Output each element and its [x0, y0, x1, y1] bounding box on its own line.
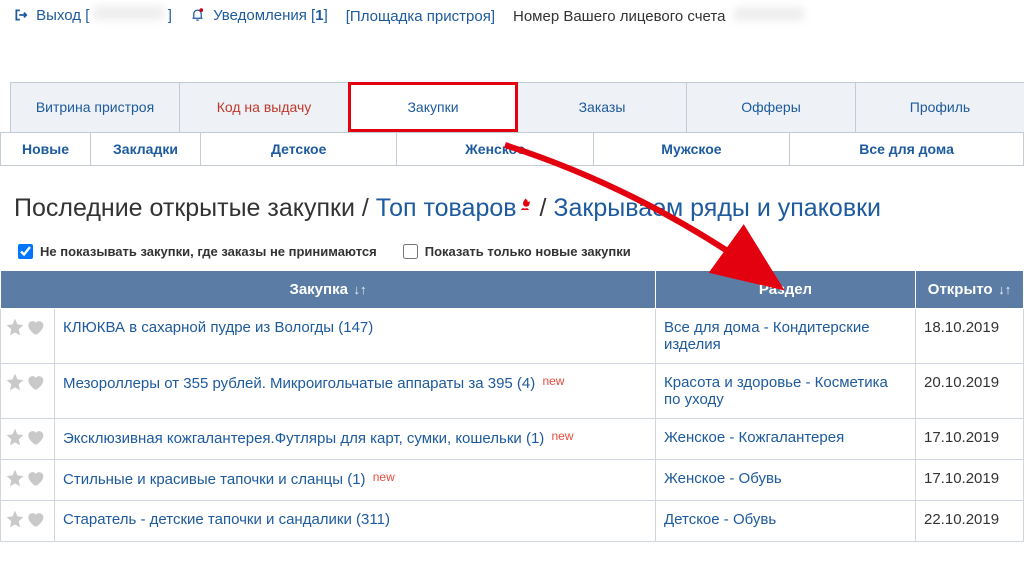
star-icon[interactable]: [5, 468, 25, 488]
subtab-children[interactable]: Детское: [201, 133, 397, 165]
th-section[interactable]: Раздел: [656, 271, 916, 309]
page-heading: Последние открытые закупки / Топ товаров…: [0, 166, 1024, 241]
username-blur: [94, 6, 164, 20]
exit-link[interactable]: Выход [ ]: [14, 6, 172, 26]
section-link[interactable]: Все для дома - Кондитерские изделия: [664, 319, 870, 353]
table-row: Старатель - детские тапочки и сандалики …: [1, 501, 1024, 542]
notifications-link[interactable]: Уведомления [1]: [190, 7, 328, 26]
heading-sep: /: [540, 194, 554, 222]
topbar: Выход [ ] Уведомления [1] [Площадка прис…: [0, 0, 1024, 32]
heart-icon[interactable]: [25, 509, 45, 529]
new-only-checkbox[interactable]: [403, 244, 418, 259]
opened-date: 17.10.2019: [916, 419, 1024, 460]
opened-date: 20.10.2019: [916, 364, 1024, 419]
tab-showcase[interactable]: Витрина пристроя: [10, 82, 180, 132]
star-icon[interactable]: [5, 317, 25, 337]
hide-closed-checkbox[interactable]: [18, 244, 33, 259]
section-link[interactable]: Детское - Обувь: [664, 511, 776, 528]
sort-icon: ↓↑: [350, 282, 367, 297]
closing-rows-link[interactable]: Закрываем ряды и упаковки: [553, 194, 881, 222]
section-link[interactable]: Женское - Обувь: [664, 470, 782, 487]
th-opened[interactable]: Открыто ↓↑: [916, 271, 1024, 309]
purchase-link[interactable]: Стильные и красивые тапочки и сланцы (1): [63, 471, 366, 488]
top-goods-link[interactable]: Топ товаров: [376, 194, 517, 222]
area-link[interactable]: [Площадка пристроя]: [346, 8, 495, 25]
th-name[interactable]: Закупка ↓↑: [1, 271, 656, 309]
table-row: КЛЮКВА в сахарной пудре из Вологды (147)…: [1, 309, 1024, 364]
star-icon[interactable]: [5, 427, 25, 447]
section-link[interactable]: Красота и здоровье - Косметика по уходу: [664, 374, 888, 408]
tab-purchases[interactable]: Закупки: [348, 82, 518, 132]
hide-closed-label[interactable]: Не показывать закупки, где заказы не при…: [14, 241, 377, 262]
bell-icon: [190, 7, 205, 26]
table-row: Мезороллеры от 355 рублей. Микроигольчат…: [1, 364, 1024, 419]
section-link[interactable]: Женское - Кожгалантерея: [664, 429, 844, 446]
filter-row: Не показывать закупки, где заказы не при…: [0, 241, 1024, 270]
opened-date: 18.10.2019: [916, 309, 1024, 364]
subtab-women[interactable]: Женское: [397, 133, 593, 165]
heart-icon[interactable]: [25, 317, 45, 337]
exit-icon: [14, 8, 28, 26]
new-only-label[interactable]: Показать только новые закупки: [399, 241, 631, 262]
subtab-home[interactable]: Все для дома: [790, 133, 1023, 165]
purchase-link[interactable]: КЛЮКВА в сахарной пудре из Вологды (147): [63, 319, 373, 336]
heading-prefix: Последние открытые закупки /: [14, 194, 376, 222]
opened-date: 22.10.2019: [916, 501, 1024, 542]
subtab-men[interactable]: Мужское: [594, 133, 790, 165]
purchase-link[interactable]: Старатель - детские тапочки и сандалики …: [63, 511, 390, 528]
table-row: Эксклюзивная кожгалантерея.Футляры для к…: [1, 419, 1024, 460]
purchase-link[interactable]: Эксклюзивная кожгалантерея.Футляры для к…: [63, 430, 544, 447]
tab-profile[interactable]: Профиль: [855, 82, 1024, 132]
purchases-table: Закупка ↓↑ Раздел Открыто ↓↑ КЛЮКВА в са…: [0, 270, 1024, 542]
new-badge: new: [542, 374, 564, 388]
flame-icon: [517, 192, 533, 221]
new-badge: new: [373, 470, 395, 484]
tab-offers[interactable]: Офферы: [686, 82, 856, 132]
heart-icon[interactable]: [25, 468, 45, 488]
heart-icon[interactable]: [25, 427, 45, 447]
account-blur: [734, 7, 804, 21]
heart-icon[interactable]: [25, 372, 45, 392]
notif-count: 1: [315, 7, 323, 24]
star-icon[interactable]: [5, 372, 25, 392]
new-badge: new: [551, 429, 573, 443]
tab-orders[interactable]: Заказы: [517, 82, 687, 132]
sub-tabs: Новые Закладки Детское Женское Мужское В…: [0, 133, 1024, 166]
subtab-bookmarks[interactable]: Закладки: [91, 133, 201, 165]
purchase-link[interactable]: Мезороллеры от 355 рублей. Микроигольчат…: [63, 375, 535, 392]
account-label: Номер Вашего лицевого счета: [513, 7, 804, 25]
sort-icon: ↓↑: [995, 282, 1012, 297]
table-row: Стильные и красивые тапочки и сланцы (1)…: [1, 460, 1024, 501]
opened-date: 17.10.2019: [916, 460, 1024, 501]
star-icon[interactable]: [5, 509, 25, 529]
subtab-new[interactable]: Новые: [1, 133, 91, 165]
tab-issue-code[interactable]: Код на выдачу: [179, 82, 349, 132]
main-tabs: Витрина пристроя Код на выдачу Закупки З…: [0, 82, 1024, 133]
